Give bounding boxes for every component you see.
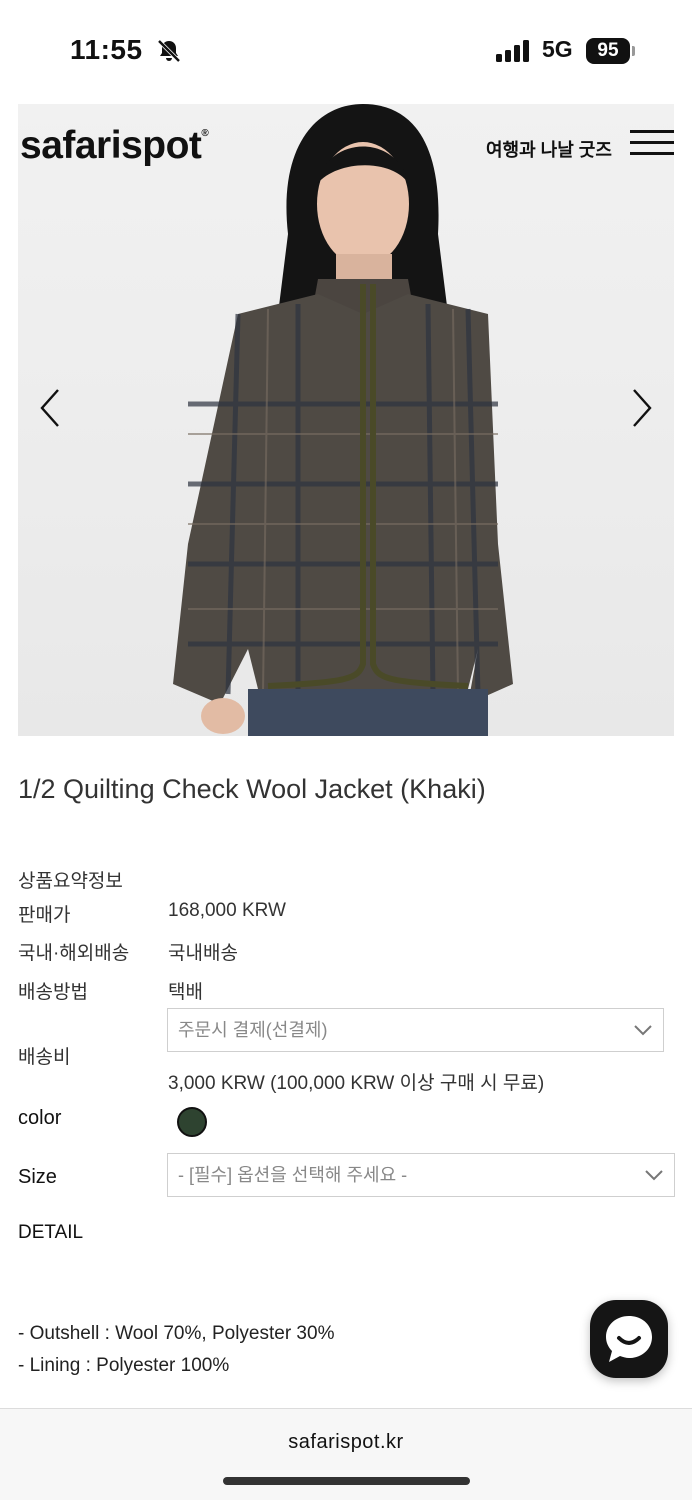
chevron-down-icon bbox=[645, 1170, 663, 1181]
network-type: 5G bbox=[542, 36, 573, 62]
product-photo bbox=[173, 104, 513, 736]
shipping-fee-label: 배송비 bbox=[18, 1047, 71, 1068]
detail-line: - Outshell : Wool 70%, Polyester 30% bbox=[18, 1323, 335, 1344]
size-select[interactable]: - [필수] 옵션을 선택해 주세요 - bbox=[167, 1153, 675, 1197]
shipping-scope-value: 국내배송 bbox=[168, 943, 238, 964]
browser-address-bar[interactable]: safarispot.kr bbox=[0, 1408, 692, 1500]
shipping-fee-select[interactable]: 주문시 결제(선결제) bbox=[167, 1008, 664, 1052]
bell-muted-icon bbox=[157, 39, 181, 63]
price-value: 168,000 KRW bbox=[168, 900, 286, 921]
product-image-carousel[interactable]: safarispot® 여행과 나날 굿즈 bbox=[18, 104, 674, 736]
chevron-down-icon bbox=[634, 1025, 652, 1036]
color-swatch[interactable] bbox=[177, 1107, 207, 1137]
shipping-fee-note: 3,000 KRW (100,000 KRW 이상 구매 시 무료) bbox=[168, 1073, 545, 1094]
menu-icon[interactable] bbox=[630, 130, 674, 162]
chat-icon bbox=[606, 1316, 652, 1362]
color-label: color bbox=[18, 1107, 62, 1129]
status-time: 11:55 bbox=[70, 34, 143, 65]
size-label: Size bbox=[18, 1166, 57, 1188]
shipping-scope-label: 국내·해외배송 bbox=[18, 943, 130, 964]
shipping-method-value: 택배 bbox=[168, 982, 203, 1003]
price-label: 판매가 bbox=[18, 905, 71, 926]
home-indicator[interactable] bbox=[223, 1477, 470, 1485]
nav-link-goods[interactable]: 여행과 나날 굿즈 bbox=[486, 136, 612, 162]
product-title: 1/2 Quilting Check Wool Jacket (Khaki) bbox=[18, 774, 486, 804]
chevron-left-icon[interactable] bbox=[38, 388, 62, 428]
url-text[interactable]: safarispot.kr bbox=[0, 1431, 692, 1454]
chat-button[interactable] bbox=[590, 1300, 668, 1378]
battery-indicator: 95 bbox=[586, 38, 630, 64]
battery-tip bbox=[632, 46, 635, 56]
detail-label: DETAIL bbox=[18, 1222, 84, 1243]
shipping-fee-select-value: 주문시 결제(선결제) bbox=[178, 1020, 328, 1040]
size-select-value: - [필수] 옵션을 선택해 주세요 - bbox=[178, 1165, 408, 1185]
site-logo[interactable]: safarispot® bbox=[20, 124, 209, 168]
signal-icon bbox=[496, 40, 529, 62]
chevron-right-icon[interactable] bbox=[630, 388, 654, 428]
shipping-method-label: 배송방법 bbox=[18, 982, 88, 1003]
detail-line: - Lining : Polyester 100% bbox=[18, 1355, 230, 1376]
status-bar: 11:55 5G 95 bbox=[0, 0, 692, 100]
site-logo-text: safarispot bbox=[20, 124, 202, 167]
summary-label: 상품요약정보 bbox=[18, 871, 123, 892]
